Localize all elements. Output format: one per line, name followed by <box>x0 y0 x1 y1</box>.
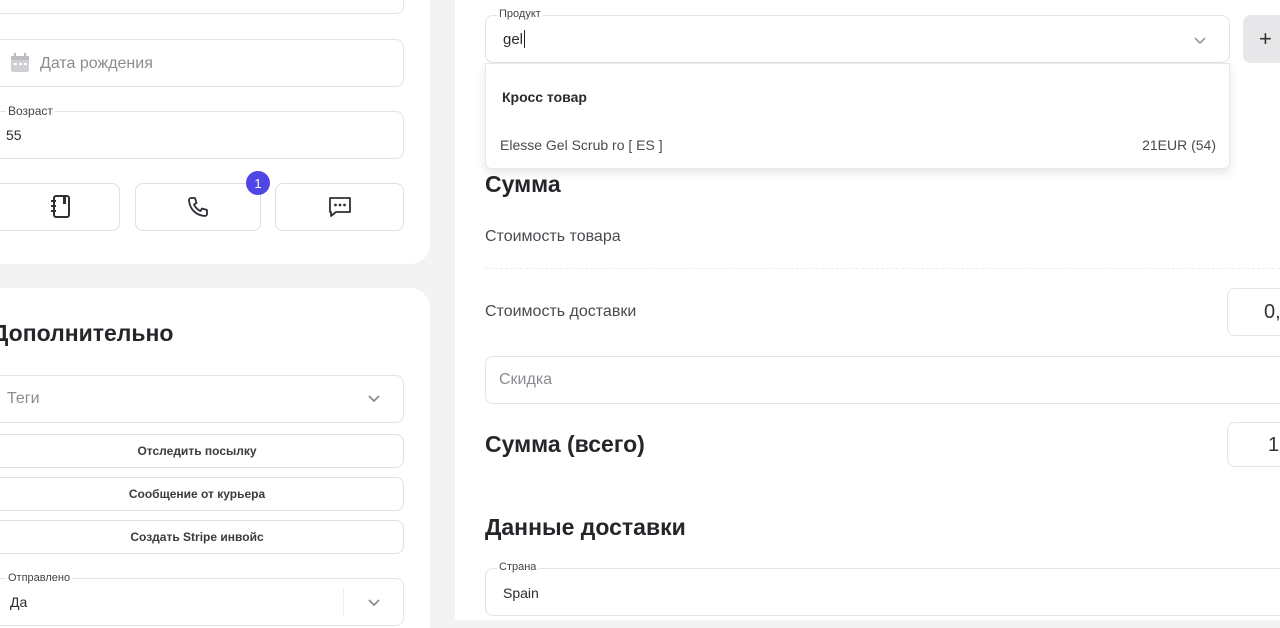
tags-select[interactable]: Теги <box>0 375 404 423</box>
chevron-down-icon <box>368 395 380 403</box>
notes-button[interactable] <box>0 183 120 231</box>
country-label: Страна <box>497 561 539 573</box>
text-cursor <box>524 30 525 48</box>
total-input[interactable]: 1 <box>1227 422 1280 467</box>
dropdown-option-price: 21EUR (54) <box>1142 137 1216 153</box>
age-field[interactable] <box>0 111 404 159</box>
product-field[interactable]: gel <box>485 15 1230 63</box>
delivery-cost-value: 0, <box>1264 301 1280 323</box>
message-icon <box>328 197 351 217</box>
stripe-invoice-label: Создать Stripe инвойс <box>130 530 264 544</box>
tags-placeholder: Теги <box>7 390 40 407</box>
calendar-icon <box>11 53 29 72</box>
stripe-invoice-button[interactable]: Создать Stripe инвойс <box>0 520 404 554</box>
delivery-cost-label: Стоимость доставки <box>485 303 637 320</box>
product-input-value: gel <box>503 31 524 48</box>
sent-label: Отправлено <box>6 572 73 584</box>
message-button[interactable] <box>275 183 404 231</box>
top-field[interactable] <box>0 0 404 14</box>
sum-title: Сумма <box>485 171 561 197</box>
country-field[interactable]: Spain <box>485 568 1280 616</box>
discount-placeholder: Скидка <box>499 371 553 388</box>
delivery-cost-input[interactable]: 0, <box>1227 288 1280 336</box>
courier-message-button[interactable]: Сообщение от курьера <box>0 477 404 511</box>
age-value: 55 <box>6 127 22 143</box>
birthdate-placeholder: Дата рождения <box>40 55 153 72</box>
goods-cost-divider <box>485 268 1280 269</box>
chevron-down-icon <box>368 599 380 607</box>
additional-title: Дополнительно <box>0 320 174 346</box>
dropdown-option-name: Elesse Gel Scrub ro [ ES ] <box>500 137 663 153</box>
courier-message-label: Сообщение от курьера <box>128 487 266 501</box>
discount-input[interactable]: Скидка <box>485 356 1280 404</box>
track-parcel-button[interactable]: Отследить посылку <box>0 434 404 468</box>
call-button[interactable] <box>135 183 261 231</box>
product-label: Продукт <box>497 8 543 20</box>
product-dropdown: Кросс товар Elesse Gel Scrub ro [ ES ] 2… <box>485 63 1230 169</box>
notebook-icon <box>51 195 70 218</box>
add-product-label: + <box>1259 26 1272 51</box>
birthdate-field[interactable]: Дата рождения <box>0 39 404 87</box>
age-label: Возраст <box>6 104 55 118</box>
shipping-title: Данные доставки <box>485 514 686 540</box>
goods-cost-label: Стоимость товара <box>485 228 621 245</box>
track-parcel-label: Отследить посылку <box>137 444 257 458</box>
dropdown-option[interactable]: Elesse Gel Scrub ro [ ES ] 21EUR (54) <box>486 130 1231 160</box>
sent-select[interactable] <box>0 578 404 626</box>
dropdown-group-title: Кросс товар <box>502 89 587 105</box>
total-label: Сумма (всего) <box>485 431 645 457</box>
country-value: Spain <box>503 585 539 601</box>
total-value: 1 <box>1268 434 1280 456</box>
chevron-down-icon <box>1194 37 1206 45</box>
select-separator <box>343 589 344 617</box>
add-product-button[interactable]: + <box>1243 15 1280 63</box>
sent-value: Да <box>10 594 28 610</box>
phone-icon <box>188 197 208 217</box>
calls-badge-count: 1 <box>254 175 262 191</box>
calls-badge: 1 <box>246 171 270 195</box>
